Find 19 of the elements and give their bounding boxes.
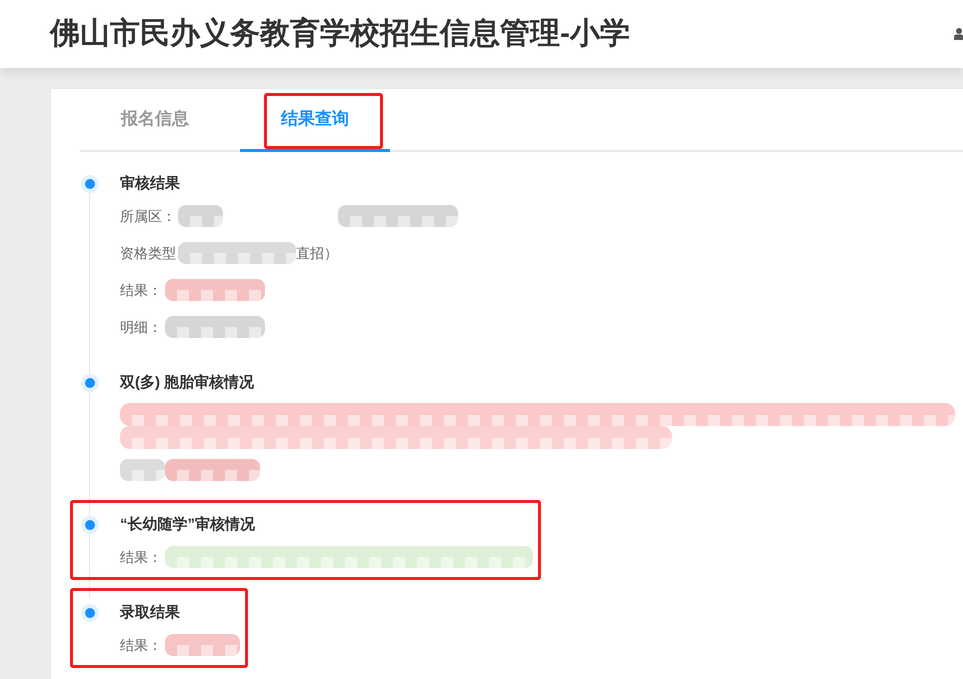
tab[interactable]: 结果查询 bbox=[240, 89, 390, 152]
tab[interactable]: 报名信息 bbox=[80, 89, 230, 152]
section-title: 双(多) 胞胎审核情况 bbox=[120, 373, 256, 393]
field-label: 结果： bbox=[120, 548, 162, 567]
field-label: 资格类型 bbox=[120, 244, 176, 263]
section-title: 录取结果 bbox=[120, 603, 181, 623]
field-label: 结果： bbox=[120, 636, 162, 655]
section-title: “长幼随学”审核情况 bbox=[120, 515, 256, 535]
field-label: 结果： bbox=[120, 281, 162, 300]
timeline-dot-icon bbox=[81, 516, 99, 534]
section-title: 审核结果 bbox=[120, 174, 181, 194]
page-title: 佛山市民办义务教育学校招生信息管理-小学 bbox=[50, 16, 630, 52]
timeline-dot-icon bbox=[81, 175, 99, 193]
field-label: 明细： bbox=[120, 318, 162, 337]
user-icon[interactable] bbox=[954, 28, 963, 40]
timeline-dot-icon bbox=[81, 604, 99, 622]
timeline-dot-icon bbox=[81, 374, 99, 392]
field-text: 直招） bbox=[296, 244, 338, 263]
field-label: 所属区： bbox=[120, 207, 176, 226]
